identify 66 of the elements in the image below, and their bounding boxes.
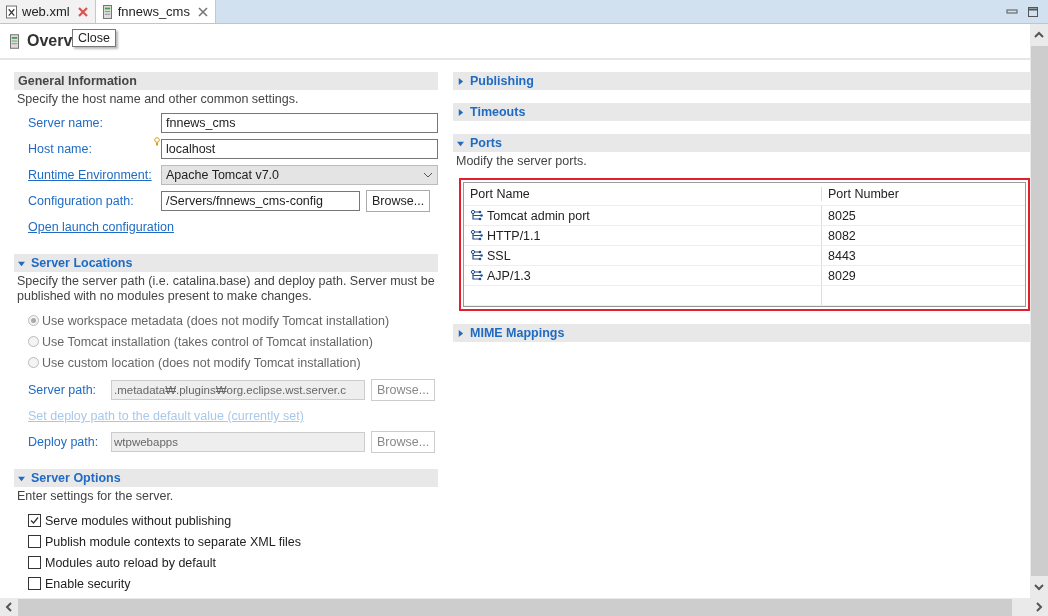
text-field[interactable]: /Servers/fnnews_cms-config	[161, 191, 360, 211]
checkbox-label: Publish module contexts to separate XML files	[45, 534, 301, 549]
section-header: General Information	[14, 72, 438, 90]
text-field[interactable]: fnnews_cms	[161, 113, 438, 133]
scroll-down-icon[interactable]	[1034, 583, 1044, 591]
field-label: Configuration path:	[28, 194, 135, 208]
scroll-left-icon[interactable]	[5, 602, 13, 612]
close-icon[interactable]	[197, 6, 208, 17]
port-name: HTTP/1.1	[487, 228, 541, 243]
launch-configuration-link[interactable]: Open launch configuration	[28, 220, 174, 234]
port-number: 8082	[827, 227, 857, 245]
editor-tab[interactable]: web.xml	[0, 0, 96, 23]
radio-label: Use Tomcat installation (takes control of Tomcat installation)	[42, 334, 373, 349]
xml-file-icon	[6, 4, 17, 19]
chevron-down-icon	[423, 172, 433, 178]
page-title: Overv	[27, 32, 73, 50]
column-header[interactable]: Port Number	[822, 187, 1025, 201]
checkbox-label: Enable security	[45, 576, 131, 591]
section-header[interactable]: Server Options	[14, 469, 438, 487]
server-icon	[10, 33, 19, 49]
section-description: Modify the server ports.	[455, 153, 588, 170]
checkbox-label: Modules auto reload by default	[45, 555, 216, 570]
section-header[interactable]: Ports	[453, 134, 1030, 152]
field-label: Server path:	[28, 383, 98, 397]
port-number: 8029	[827, 267, 857, 285]
port-name: AJP/1.3	[487, 268, 531, 283]
horizontal-scrollbar[interactable]	[0, 598, 1048, 616]
maximize-icon[interactable]	[1027, 5, 1039, 18]
section-header[interactable]: Publishing	[453, 72, 1030, 90]
section-description: Enter settings for the server.	[16, 488, 175, 505]
field-label: Host name:	[28, 142, 93, 156]
vertical-scrollbar[interactable]	[1030, 24, 1048, 598]
runtime-dropdown[interactable]: Apache Tomcat v7.0	[161, 165, 438, 185]
editor-tab[interactable]: fnnews_cms	[95, 0, 216, 23]
network-icon	[470, 209, 484, 222]
lightbulb-icon	[154, 137, 160, 146]
scroll-up-icon[interactable]	[1034, 31, 1044, 39]
port-number: 8025	[827, 207, 857, 225]
network-icon	[470, 249, 484, 262]
port-name: Tomcat admin port	[487, 208, 590, 223]
checkbox[interactable]	[28, 577, 41, 590]
close-icon[interactable]	[77, 6, 88, 17]
section-header[interactable]: Timeouts	[453, 103, 1030, 121]
browse-button[interactable]: Browse...	[366, 190, 431, 212]
section-header[interactable]: Server Locations	[14, 254, 438, 272]
section-description: Specify the host name and other common settings.	[16, 91, 300, 108]
checkbox[interactable]	[28, 535, 41, 548]
text-field[interactable]: localhost	[161, 139, 438, 159]
section-description: Specify the server path (i.e. catalina.base) and deploy path. Server must be published with no modules present to make changes.	[16, 273, 436, 305]
runtime-link[interactable]: Runtime Environment:	[28, 168, 161, 182]
network-icon	[470, 269, 484, 282]
column-header[interactable]: Port Name	[464, 187, 822, 201]
field-label: Deploy path:	[28, 435, 100, 449]
port-name: SSL	[487, 248, 511, 263]
field-label: Server name:	[28, 116, 105, 130]
port-number: 8443	[827, 247, 857, 265]
radio-label: Use custom location (does not modify Tomcat installation)	[42, 355, 361, 370]
server-icon	[101, 4, 113, 19]
radio-label: Use workspace metadata (does not modify Tomcat installation)	[42, 313, 390, 328]
network-icon	[470, 229, 484, 242]
scroll-right-icon[interactable]	[1035, 602, 1043, 612]
section-header[interactable]: MIME Mappings	[453, 324, 1030, 342]
checkbox[interactable]	[28, 556, 41, 569]
tooltip: Close	[72, 29, 116, 47]
checkbox-label: Serve modules without publishing	[45, 513, 232, 528]
checkbox[interactable]	[28, 514, 41, 527]
